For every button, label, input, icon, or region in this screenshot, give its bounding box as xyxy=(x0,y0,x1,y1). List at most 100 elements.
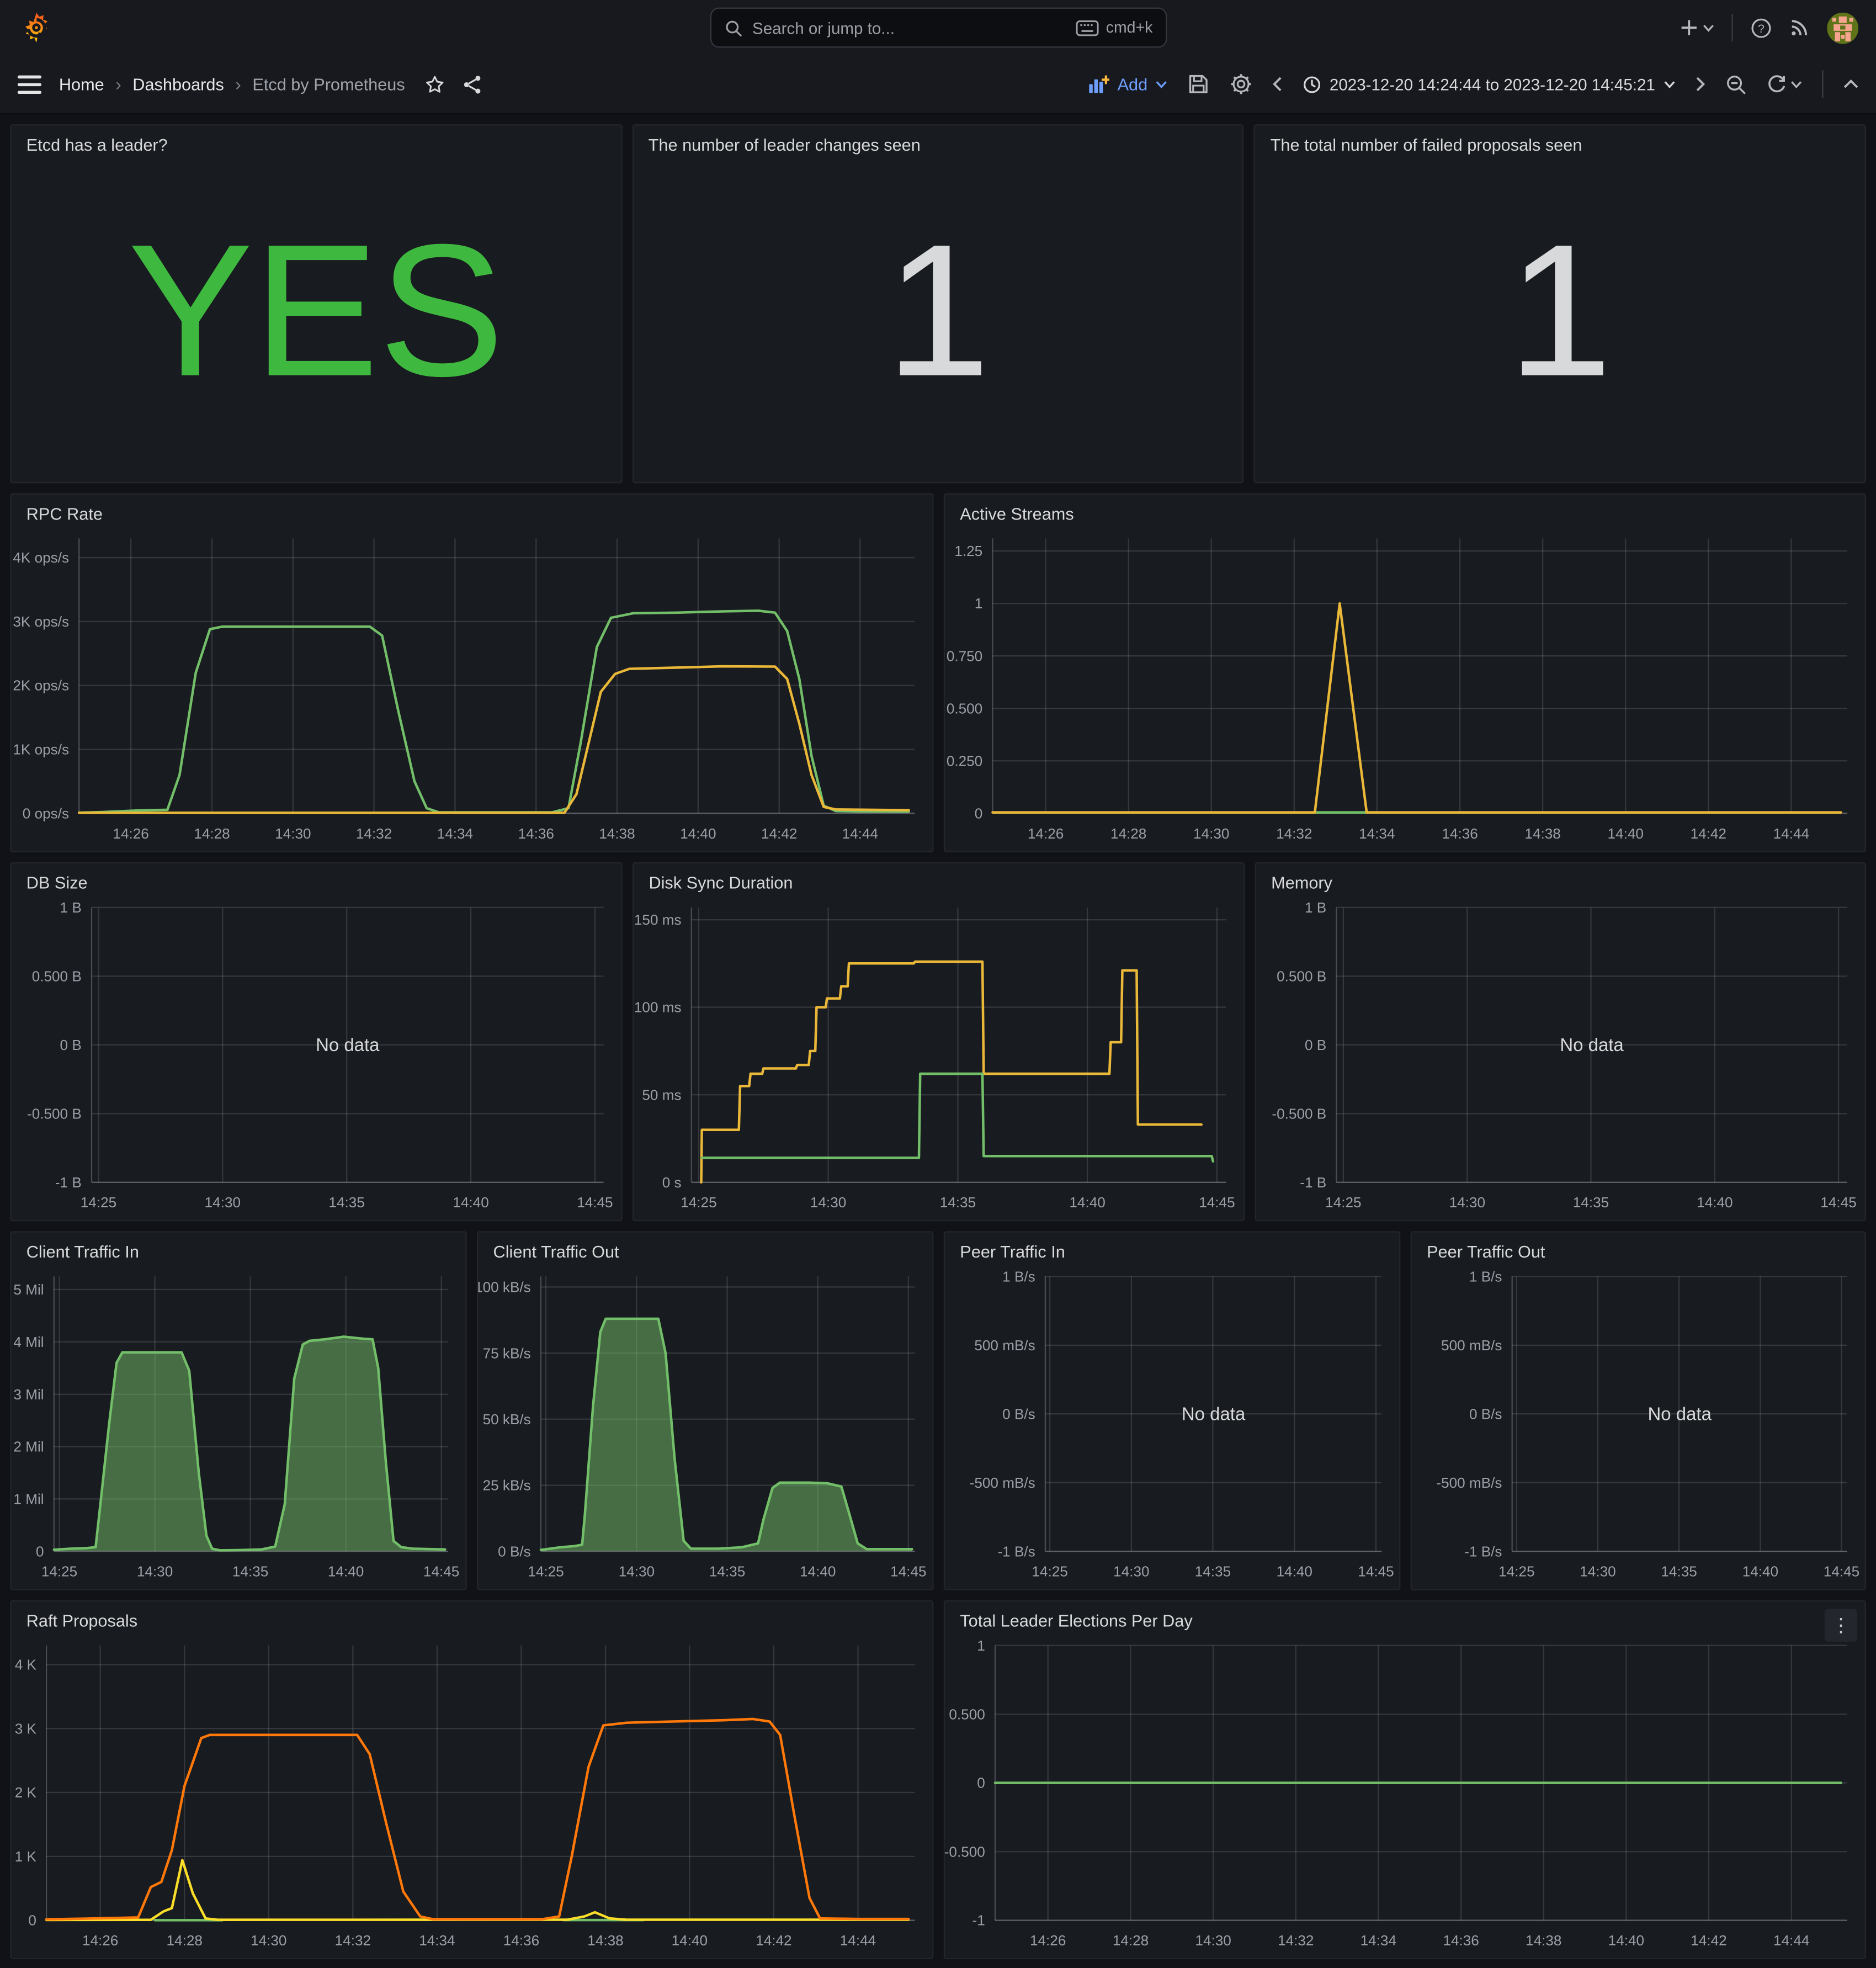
svg-text:2 K: 2 K xyxy=(15,1784,37,1801)
refresh-button[interactable] xyxy=(1767,74,1802,94)
panel-title[interactable]: RPC Rate xyxy=(11,495,932,528)
chart-memory: 1 B0.500 B0 B-0.500 B-1 B14:2514:3014:35… xyxy=(1256,898,1865,1220)
svg-text:14:25: 14:25 xyxy=(1032,1563,1067,1580)
svg-text:14:35: 14:35 xyxy=(329,1194,365,1211)
svg-text:0 B/s: 0 B/s xyxy=(498,1543,531,1559)
svg-text:14:45: 14:45 xyxy=(1824,1563,1859,1580)
panel-title[interactable]: Peer Traffic In xyxy=(945,1233,1399,1266)
panel-title[interactable]: Raft Proposals xyxy=(11,1601,932,1635)
breadcrumb-separator: › xyxy=(115,74,121,94)
svg-text:150 ms: 150 ms xyxy=(634,911,682,928)
save-dashboard-button[interactable] xyxy=(1187,73,1209,96)
svg-text:?: ? xyxy=(1758,22,1765,35)
svg-text:14:42: 14:42 xyxy=(761,825,797,842)
breadcrumb-dashboards[interactable]: Dashboards xyxy=(132,75,224,93)
svg-text:14:38: 14:38 xyxy=(599,825,635,842)
help-icon[interactable]: ? xyxy=(1751,17,1772,39)
svg-text:14:26: 14:26 xyxy=(113,825,148,842)
svg-text:2K ops/s: 2K ops/s xyxy=(13,677,69,694)
chart-peer-traffic-out: 1 B/s500 mB/s0 B/s-500 mB/s-1 B/s14:2514… xyxy=(1412,1266,1865,1589)
svg-text:14:30: 14:30 xyxy=(1449,1194,1485,1211)
avatar[interactable] xyxy=(1827,12,1858,44)
panel-failed-proposals: The total number of failed proposals see… xyxy=(1254,124,1866,483)
svg-text:14:35: 14:35 xyxy=(709,1563,745,1580)
panel-title[interactable]: Memory xyxy=(1256,863,1865,897)
svg-text:5 Mil: 5 Mil xyxy=(13,1281,44,1298)
svg-text:14:32: 14:32 xyxy=(1278,1932,1314,1949)
add-label: Add xyxy=(1118,75,1148,93)
grafana-logo-icon[interactable] xyxy=(20,11,52,44)
svg-text:-1 B/s: -1 B/s xyxy=(997,1543,1035,1559)
svg-text:14:32: 14:32 xyxy=(1276,825,1312,842)
panel-title[interactable]: Client Traffic Out xyxy=(478,1233,932,1266)
stat-value: 1 xyxy=(1255,160,1864,482)
svg-text:-1 B/s: -1 B/s xyxy=(1464,1543,1502,1559)
top-bar: Search or jump to... cmd+k ? xyxy=(0,0,1876,55)
zoom-out-time-icon[interactable] xyxy=(1725,73,1747,95)
dashboard-settings-gear-icon[interactable] xyxy=(1229,73,1252,96)
add-panel-icon xyxy=(1088,73,1110,95)
svg-text:14:35: 14:35 xyxy=(1661,1563,1697,1580)
svg-text:-0.500 B: -0.500 B xyxy=(27,1105,82,1122)
panel-title[interactable]: Total Leader Elections Per Day xyxy=(945,1601,1865,1635)
svg-text:50 kB/s: 50 kB/s xyxy=(483,1411,531,1428)
svg-text:1 K: 1 K xyxy=(15,1848,37,1865)
chart-client-traffic-in: 01 Mil2 Mil3 Mil4 Mil5 Mil14:2514:3014:3… xyxy=(11,1266,465,1589)
panel-etcd-has-leader: Etcd has a leader? YES xyxy=(10,124,622,483)
search-input[interactable]: Search or jump to... cmd+k xyxy=(710,8,1167,48)
svg-text:No data: No data xyxy=(1182,1404,1246,1424)
svg-text:14:35: 14:35 xyxy=(232,1563,268,1580)
svg-text:4K ops/s: 4K ops/s xyxy=(13,549,69,566)
menu-hamburger-icon[interactable] xyxy=(18,75,41,93)
chart-disk-sync-duration: 0 s50 ms100 ms150 ms14:2514:3014:3514:40… xyxy=(634,898,1243,1220)
panel-leader-changes: The number of leader changes seen 1 xyxy=(632,124,1244,483)
news-rss-icon[interactable] xyxy=(1789,18,1809,38)
panel-title[interactable]: The number of leader changes seen xyxy=(633,125,1242,159)
panel-menu-kebab-icon[interactable]: ⋮ xyxy=(1825,1609,1857,1642)
panel-title[interactable]: Client Traffic In xyxy=(11,1233,465,1266)
time-shift-forward-icon[interactable] xyxy=(1696,77,1705,92)
svg-text:No data: No data xyxy=(1648,1404,1712,1424)
svg-text:-1 B: -1 B xyxy=(55,1174,82,1191)
svg-text:14:40: 14:40 xyxy=(800,1563,836,1580)
svg-text:14:25: 14:25 xyxy=(528,1563,564,1580)
svg-text:14:44: 14:44 xyxy=(1773,825,1809,842)
panel-title[interactable]: Disk Sync Duration xyxy=(634,863,1243,897)
star-icon[interactable] xyxy=(424,73,445,95)
time-range-picker[interactable]: 2023-12-20 14:24:44 to 2023-12-20 14:45:… xyxy=(1302,75,1675,93)
chart-peer-traffic-in: 1 B/s500 mB/s0 B/s-500 mB/s-1 B/s14:2514… xyxy=(945,1266,1399,1589)
svg-text:14:26: 14:26 xyxy=(1030,1932,1066,1949)
time-shift-back-icon[interactable] xyxy=(1272,77,1282,92)
new-button[interactable] xyxy=(1679,18,1714,38)
svg-text:-500 mB/s: -500 mB/s xyxy=(1436,1474,1502,1491)
breadcrumb-home[interactable]: Home xyxy=(59,75,104,93)
svg-text:14:30: 14:30 xyxy=(1580,1563,1615,1580)
svg-text:3 Mil: 3 Mil xyxy=(13,1386,44,1403)
panel-title[interactable]: Peer Traffic Out xyxy=(1412,1233,1865,1266)
svg-text:14:34: 14:34 xyxy=(1359,825,1395,842)
svg-text:14:45: 14:45 xyxy=(890,1563,926,1580)
svg-text:14:38: 14:38 xyxy=(1524,825,1560,842)
divider xyxy=(1732,14,1733,41)
svg-text:14:45: 14:45 xyxy=(423,1563,459,1580)
svg-text:4 Mil: 4 Mil xyxy=(13,1334,44,1350)
svg-text:0 ops/s: 0 ops/s xyxy=(23,805,69,821)
collapse-topbar-icon[interactable] xyxy=(1843,79,1858,89)
share-icon[interactable] xyxy=(461,73,483,95)
svg-text:14:45: 14:45 xyxy=(1199,1194,1235,1211)
svg-text:14:40: 14:40 xyxy=(672,1932,708,1949)
svg-text:0.500: 0.500 xyxy=(947,700,982,717)
panel-title[interactable]: The total number of failed proposals see… xyxy=(1255,125,1864,159)
svg-text:100 ms: 100 ms xyxy=(634,999,682,1016)
add-button[interactable]: Add xyxy=(1088,73,1166,95)
panel-disk-sync-duration: Disk Sync Duration 0 s50 ms100 ms150 ms1… xyxy=(633,862,1245,1221)
svg-text:4 K: 4 K xyxy=(15,1657,37,1673)
svg-text:0 B/s: 0 B/s xyxy=(1002,1405,1035,1422)
svg-text:14:26: 14:26 xyxy=(82,1932,118,1949)
panel-title[interactable]: DB Size xyxy=(11,863,621,897)
svg-text:50 ms: 50 ms xyxy=(642,1086,681,1103)
panel-title[interactable]: Active Streams xyxy=(945,495,1865,528)
svg-text:1 B/s: 1 B/s xyxy=(1002,1268,1035,1285)
breadcrumb-current: Etcd by Prometheus xyxy=(252,75,405,93)
panel-title[interactable]: Etcd has a leader? xyxy=(11,125,620,159)
